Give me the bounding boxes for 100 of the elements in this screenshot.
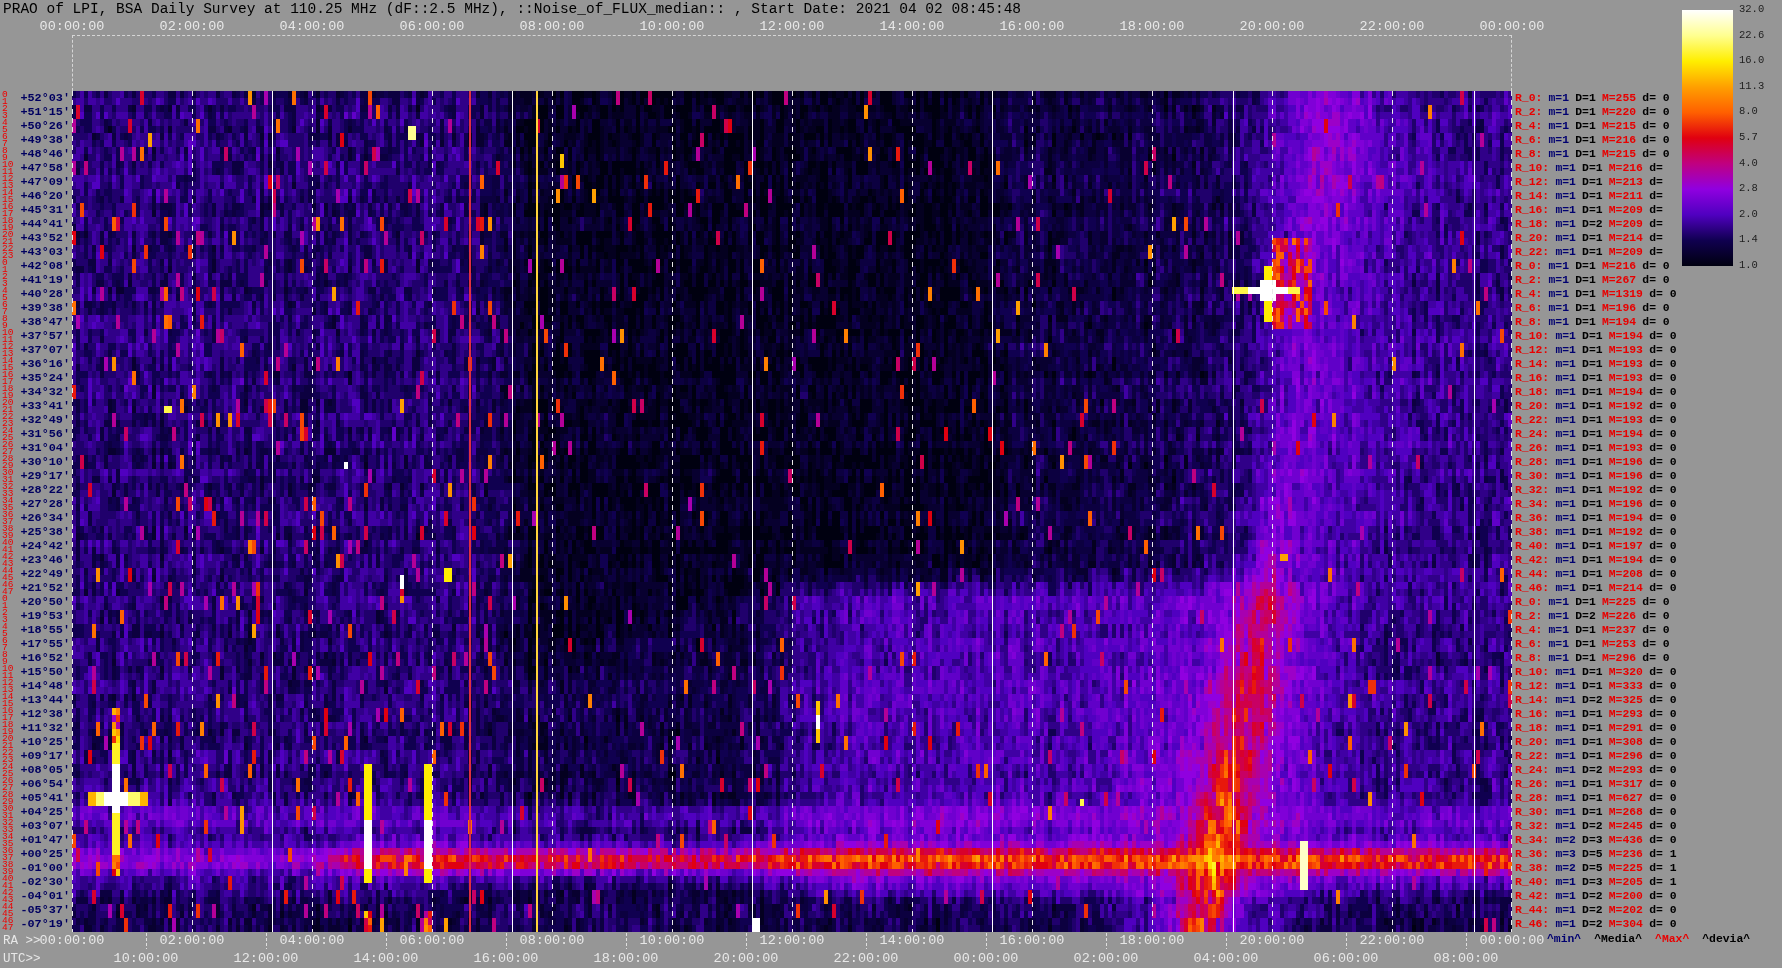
time-axis-label: 08:00:00 [519, 18, 585, 35]
time-axis-label: 04:00:00 [279, 18, 345, 35]
row-index-label: 32 [2, 819, 14, 826]
max-value: M=209 [1608, 217, 1643, 231]
max-value: M=209 [1608, 245, 1643, 259]
median-value: D=1 [1582, 203, 1603, 217]
row-index-label: 16 [2, 203, 14, 210]
declination-label: +47°09′ [20, 175, 70, 189]
stats-row-label: R_10: [1515, 665, 1550, 679]
row-index-label: 25 [2, 434, 14, 441]
row-index-label: 0 [2, 259, 8, 266]
min-value: m=1 [1555, 777, 1576, 791]
deviation-value: d= 0 [1649, 903, 1677, 917]
stats-row-label: R_16: [1515, 203, 1550, 217]
time-axis-label: 00:00:00 [1479, 18, 1545, 35]
min-value: m=1 [1555, 483, 1576, 497]
row-index-label: 39 [2, 532, 14, 539]
deviation-value: d= 0 [1649, 343, 1677, 357]
median-value: D=1 [1582, 511, 1603, 525]
row-index-label: 8 [2, 147, 8, 154]
median-value: D=2 [1582, 903, 1603, 917]
declination-label: +01°47′ [20, 833, 70, 847]
min-value: m=1 [1548, 105, 1570, 119]
tick-mark [386, 932, 387, 950]
declination-label: +43°52′ [20, 231, 70, 245]
ra-axis-prefix: RA >> [3, 934, 41, 948]
max-value: M=214 [1608, 581, 1643, 595]
max-value: M=245 [1608, 819, 1643, 833]
max-value: M=293 [1608, 763, 1643, 777]
color-scale-label: 32.0 [1739, 3, 1765, 15]
declination-label: -04°01′ [20, 889, 70, 903]
deviation-value: d= 0 [1642, 623, 1670, 637]
max-value: M=194 [1608, 511, 1643, 525]
median-value: D=2 [1582, 917, 1603, 931]
min-value: m=1 [1555, 791, 1576, 805]
declination-label: +19°53′ [20, 609, 70, 623]
median-value: D=1 [1582, 357, 1603, 371]
stats-row-label: R_4: [1515, 623, 1543, 637]
color-scale-label: 5.7 [1739, 130, 1758, 143]
min-value: m=1 [1555, 329, 1576, 343]
deviation-value: d= 0 [1649, 511, 1677, 525]
declination-label: +17°55′ [20, 637, 70, 651]
max-value: M=216 [1601, 259, 1637, 273]
median-value: D=1 [1575, 301, 1596, 315]
deviation-value: d= 0 [1649, 665, 1677, 679]
deviation-value: d= [1649, 161, 1663, 175]
stats-row-label: R_18: [1515, 385, 1550, 399]
max-value: M=296 [1601, 651, 1637, 665]
min-value: m=2 [1555, 833, 1576, 847]
ra-axis-label: 02:00:00 [159, 934, 225, 948]
row-index-label: 17 [2, 714, 14, 721]
ra-axis-label: 22:00:00 [1359, 934, 1425, 948]
deviation-value: d= 0 [1642, 105, 1670, 119]
declination-label: +14°48′ [20, 679, 70, 693]
deviation-value: d= 1 [1649, 861, 1677, 875]
min-value: m=1 [1555, 441, 1576, 455]
row-index-label: 44 [2, 567, 14, 574]
row-index-label: 7 [2, 140, 8, 147]
row-index-label: 23 [2, 420, 14, 427]
utc-axis-label: 08:00:00 [1433, 952, 1499, 966]
median-value: D=1 [1575, 133, 1596, 147]
color-scale-label: 2.8 [1739, 182, 1758, 195]
declination-label: +28°22′ [20, 483, 70, 497]
median-value: D=1 [1575, 105, 1596, 119]
declination-label: +08°05′ [20, 763, 70, 777]
plot-title: PRAO of LPI, BSA Daily Survey at 110.25 MHz (dF::2.5 MHz), ::Noise_of_FLUX_median:: , Start Date: 2021 04 02 08:45:48 [3, 0, 1022, 18]
max-value: M=304 [1608, 917, 1643, 931]
row-index-label: 38 [2, 861, 14, 868]
row-index-label: 23 [2, 252, 14, 259]
utc-axis-label: 12:00:00 [233, 952, 299, 966]
max-value: M=193 [1608, 371, 1643, 385]
row-index-label: 6 [2, 301, 8, 308]
max-value: M=293 [1608, 707, 1643, 721]
min-value: m=1 [1555, 665, 1576, 679]
row-index-label: 35 [2, 840, 14, 847]
row-index-label: 41 [2, 882, 14, 889]
declination-label: +51°15′ [20, 105, 70, 119]
row-index-label: 1 [2, 602, 8, 609]
row-index-label: 9 [2, 154, 8, 161]
stats-row-label: R_6: [1515, 637, 1543, 651]
min-value: m=1 [1548, 259, 1570, 273]
stats-row-label: R_26: [1515, 441, 1550, 455]
deviation-value: d= 0 [1649, 763, 1677, 777]
color-scale-label: 2.0 [1739, 207, 1758, 220]
max-value: M=194 [1601, 315, 1637, 329]
row-index-label: 7 [2, 308, 8, 315]
median-value: D=1 [1582, 329, 1603, 343]
utc-axis-label: 02:00:00 [1073, 952, 1139, 966]
row-index-label: 1 [2, 266, 8, 273]
stats-row-label: R_10: [1515, 329, 1550, 343]
row-index-label: 14 [2, 357, 14, 364]
max-value: M=216 [1608, 161, 1643, 175]
stats-row-label: R_24: [1515, 427, 1550, 441]
median-value: D=2 [1582, 763, 1603, 777]
median-value: D=1 [1575, 595, 1596, 609]
stats-row-label: R_38: [1515, 861, 1550, 875]
declination-label: +25°38′ [20, 525, 70, 539]
min-value: m=1 [1555, 469, 1576, 483]
row-index-label: 36 [2, 511, 14, 518]
deviation-value: d= 0 [1642, 651, 1670, 665]
